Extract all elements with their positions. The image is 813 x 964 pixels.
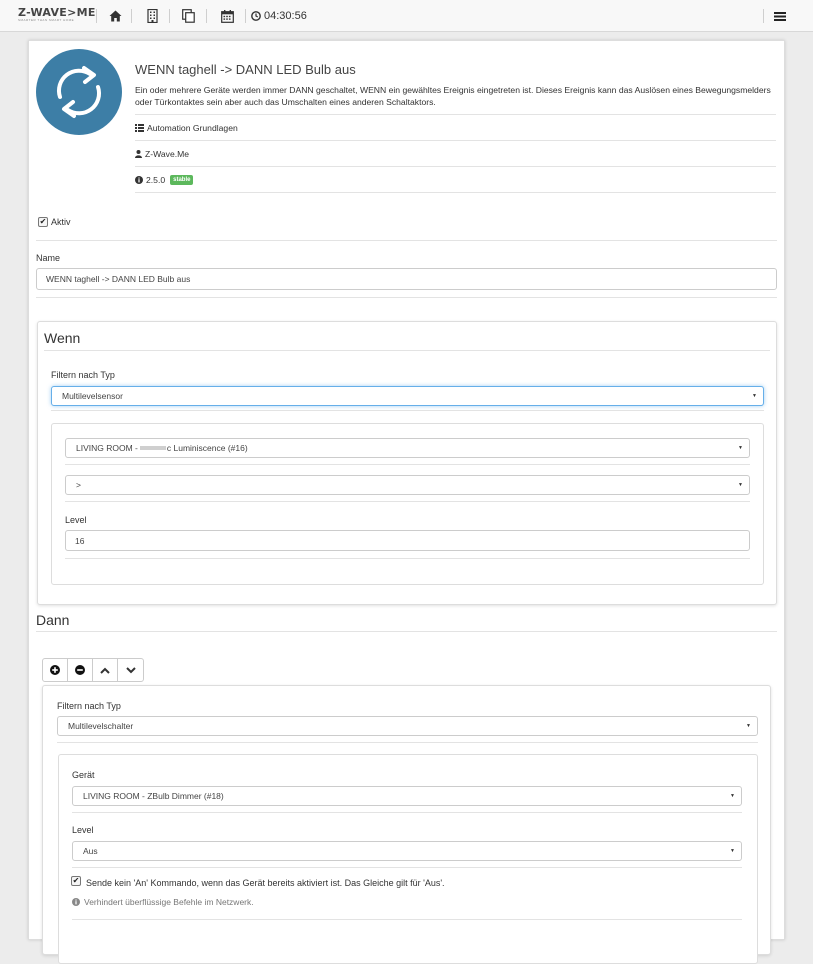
app-version: 2.5.0 stable xyxy=(135,166,776,192)
chevron-down-icon xyxy=(125,666,136,673)
remove-action-button[interactable] xyxy=(68,659,93,681)
dann-level-value: Aus xyxy=(83,846,98,856)
name-label: Name xyxy=(36,253,61,263)
caret-down-icon: ▼ xyxy=(738,445,743,451)
dann-device-value: LIVING ROOM - ZBulb Dimmer (#18) xyxy=(83,791,224,801)
move-down-button[interactable] xyxy=(118,659,143,681)
wenn-device-select[interactable]: LIVING ROOM - c Luminiscence (#16) ▼ xyxy=(65,438,750,458)
redacted-text xyxy=(139,446,166,450)
wenn-filter-label: Filtern nach Typ xyxy=(51,370,115,380)
add-action-button[interactable] xyxy=(43,659,68,681)
dann-level-select[interactable]: Aus ▼ xyxy=(72,841,742,861)
clock-icon xyxy=(251,11,261,21)
divider xyxy=(96,9,97,23)
app-category: Automation Grundlagen xyxy=(135,114,776,140)
divider xyxy=(65,464,750,465)
zwave-logo[interactable]: Z-WAVE>ME SMARTER THAN SMART HOME xyxy=(18,7,96,22)
elements-button[interactable] xyxy=(180,7,196,25)
home-button[interactable] xyxy=(107,7,123,25)
wenn-filter-select[interactable]: Multilevelsensor ▼ xyxy=(51,386,764,406)
refresh-icon xyxy=(36,49,122,135)
dann-filter-label: Filtern nach Typ xyxy=(57,701,121,711)
caret-down-icon: ▼ xyxy=(752,393,757,399)
home-icon xyxy=(109,10,121,22)
building-icon xyxy=(146,9,158,23)
divider xyxy=(44,350,770,351)
wenn-operator-value: > xyxy=(76,480,81,490)
divider xyxy=(57,742,758,743)
divider xyxy=(36,631,777,632)
caret-down-icon: ▼ xyxy=(738,482,743,488)
minus-circle-icon xyxy=(75,665,85,675)
main-menu-button[interactable] xyxy=(772,7,788,25)
dann-level-label: Level xyxy=(72,825,94,835)
info-icon xyxy=(72,898,80,906)
wenn-level-label: Level xyxy=(65,515,87,525)
divider xyxy=(763,9,764,23)
caret-down-icon: ▼ xyxy=(746,723,751,729)
dann-filter-select[interactable]: Multilevelschalter ▼ xyxy=(57,716,758,736)
divider xyxy=(36,240,777,241)
caret-down-icon: ▼ xyxy=(730,848,735,854)
dann-title: Dann xyxy=(36,612,70,628)
wenn-device-box: LIVING ROOM - c Luminiscence (#16) ▼ > ▼… xyxy=(51,423,764,585)
dann-action-toolbar xyxy=(42,658,144,682)
divider xyxy=(36,297,777,298)
info-icon xyxy=(135,175,143,184)
copy-icon xyxy=(181,9,195,23)
divider xyxy=(65,501,750,502)
dann-device-select[interactable]: LIVING ROOM - ZBulb Dimmer (#18) ▼ xyxy=(72,786,742,806)
app-version-label: 2.5.0 xyxy=(146,174,166,185)
calendar-icon xyxy=(220,9,234,23)
active-label: Aktiv xyxy=(51,217,71,227)
divider xyxy=(72,812,742,813)
divider xyxy=(169,9,170,23)
dann-filter-value: Multilevelschalter xyxy=(68,721,134,731)
help-text: Verhindert überflüssige Befehle im Netzw… xyxy=(72,897,254,907)
divider xyxy=(135,192,776,193)
app-category-label: Automation Grundlagen xyxy=(147,122,238,133)
app-author: Z-Wave.Me xyxy=(135,140,776,166)
rooms-button[interactable] xyxy=(144,7,160,25)
wenn-title: Wenn xyxy=(44,330,81,346)
divider xyxy=(72,867,742,868)
app-description: Ein oder mehrere Geräte werden immer DAN… xyxy=(135,85,771,107)
caret-down-icon: ▼ xyxy=(730,793,735,799)
wenn-operator-select[interactable]: > ▼ xyxy=(65,475,750,495)
skip-redundant-label: Sende kein 'An' Kommando, wenn das Gerät… xyxy=(86,878,445,888)
wenn-filter-value: Multilevelsensor xyxy=(62,391,123,401)
list-icon xyxy=(135,123,144,132)
active-checkbox[interactable] xyxy=(38,217,48,227)
divider xyxy=(245,9,246,23)
user-icon xyxy=(135,149,142,158)
events-button[interactable] xyxy=(219,7,235,25)
wenn-device-prefix: LIVING ROOM - xyxy=(76,443,138,453)
app-title: WENN taghell -> DANN LED Bulb aus xyxy=(135,62,356,77)
divider xyxy=(206,9,207,23)
top-bar: Z-WAVE>ME SMARTER THAN SMART HOME 04:30:… xyxy=(0,0,813,32)
status-badge: stable xyxy=(170,174,194,185)
wenn-section: Wenn Filtern nach Typ Multilevelsensor ▼… xyxy=(37,321,777,605)
divider xyxy=(72,919,742,920)
logo-text: Z-WAVE>ME xyxy=(18,6,96,19)
chevron-up-icon xyxy=(100,667,110,674)
dann-action-box: Filtern nach Typ Multilevelschalter ▼ Ge… xyxy=(42,685,771,964)
move-up-button[interactable] xyxy=(93,659,118,681)
clock-time: 04:30:56 xyxy=(264,10,307,22)
divider xyxy=(65,558,750,559)
name-input[interactable]: WENN taghell -> DANN LED Bulb aus xyxy=(36,268,777,290)
wenn-level-input[interactable]: 16 xyxy=(65,530,750,551)
dann-device-label: Gerät xyxy=(72,770,95,780)
app-config-panel: WENN taghell -> DANN LED Bulb aus Ein od… xyxy=(28,40,785,964)
wenn-device-suffix: c Luminiscence (#16) xyxy=(166,443,248,453)
menu-icon xyxy=(774,11,786,21)
help-text-label: Verhindert überflüssige Befehle im Netzw… xyxy=(84,897,254,907)
clock: 04:30:56 xyxy=(251,10,307,22)
plus-circle-icon xyxy=(50,665,60,675)
divider xyxy=(131,9,132,23)
app-author-label: Z-Wave.Me xyxy=(145,148,190,159)
skip-redundant-checkbox[interactable] xyxy=(71,876,81,886)
divider xyxy=(51,410,764,411)
